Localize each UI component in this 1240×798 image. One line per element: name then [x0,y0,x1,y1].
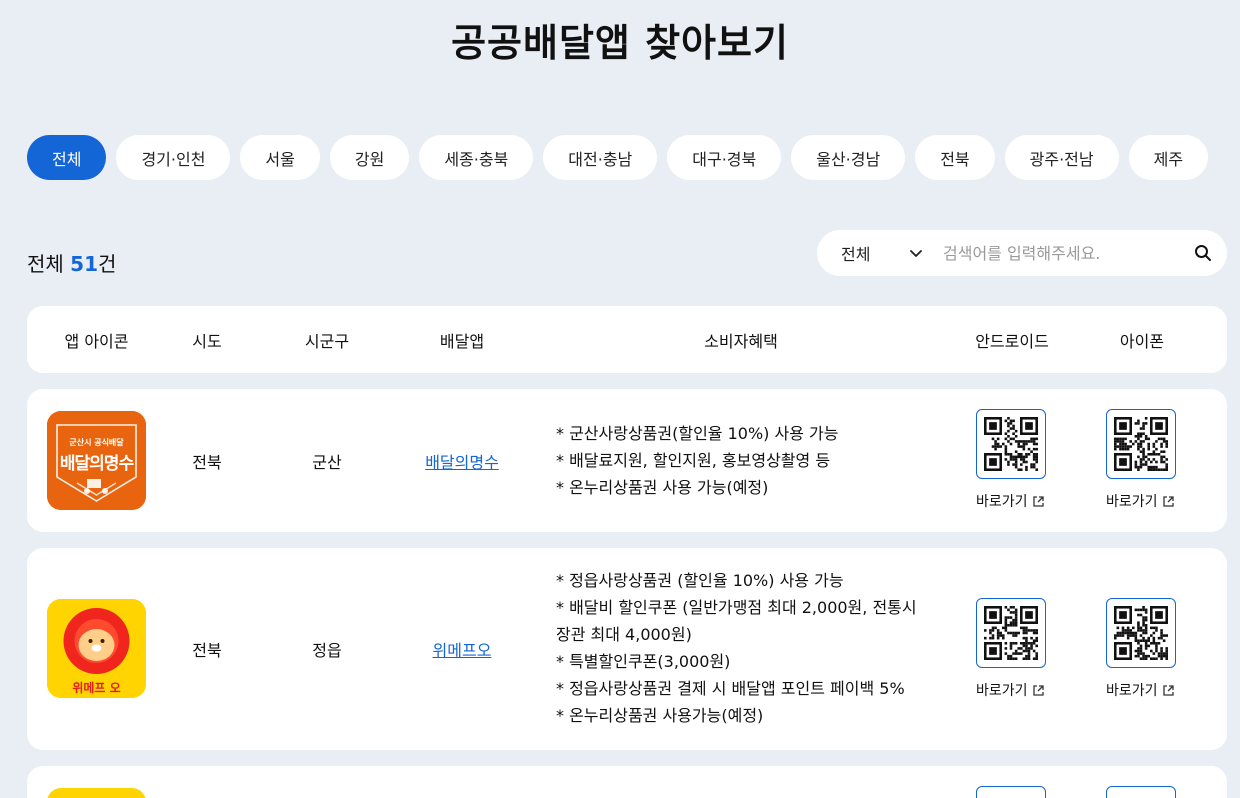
android-qr-code[interactable] [976,409,1046,479]
result-count-number: 51 [70,252,99,276]
sigungu-cell: 군산 [312,452,342,472]
region-tab[interactable]: 서울 [240,135,320,180]
android-download: 바로가기 [976,409,1048,511]
column-header-android: 안드로이드 [975,331,1049,351]
app-name-link[interactable]: 위메프오 [433,637,492,661]
region-tab[interactable]: 대전·충남 [543,135,658,180]
ios-shortcut-label: 바로가기 [1106,683,1158,699]
benefits-cell: * 군산사랑상품권(할인율 10%) 사용 가능 * 배달료지원, 할인지원, … [556,420,936,501]
benefit-line: * 온누리상품권 사용가능(예정) [556,706,764,725]
benefit-line: * 배달비 할인쿠폰 (일반가맹점 최대 2,000원, 전통시 [556,598,917,617]
result-count: 전체 51건 [27,248,116,277]
android-shortcut-link[interactable]: 바로가기 [976,680,1048,700]
region-tabs: 전체 경기·인천 서울 강원 세종·충북 대전·충남 대구·경북 울산·경남 전북 광주·전남 제주 [27,135,1209,180]
external-link-icon [1032,495,1044,507]
android-shortcut-label: 바로가기 [976,683,1028,699]
app-icon [47,788,146,798]
android-qr-code[interactable] [976,786,1046,798]
ios-shortcut-link[interactable]: 바로가기 [1106,680,1178,700]
column-header-benefits: 소비자혜택 [704,331,778,351]
sido-cell: 전북 [192,641,222,660]
region-tab[interactable]: 광주·전남 [1004,135,1119,180]
app-icon-main-text: 배달의명수 [59,454,134,474]
ios-qr-code[interactable] [1106,409,1176,479]
sigungu-cell: 정읍 [312,641,342,660]
app-icon-label: 위메프 오 [72,681,121,695]
region-tab[interactable]: 전북 [915,135,995,180]
table-row: 위메프 오 전북 정읍 위메프오 * 정읍사랑상품권 (할인율 10%) 사용 … [27,548,1227,750]
ios-shortcut-label: 바로가기 [1106,494,1158,510]
table-header: 앱 아이콘 시도 시군구 배달앱 소비자혜택 안드로이드 아이폰 [27,306,1227,373]
region-tab[interactable]: 세종·충북 [419,135,534,180]
benefit-line: 장관 최대 4,000원) [556,625,692,644]
column-header-app-icon: 앱 아이콘 [64,331,129,351]
benefit-line: * 특별할인쿠폰(3,000원) [556,652,731,671]
android-shortcut-link[interactable]: 바로가기 [976,491,1048,511]
qr-code-icon [984,606,1038,660]
chevron-down-icon [910,250,922,257]
sido-cell: 전북 [192,452,222,472]
android-qr-code[interactable] [976,598,1046,668]
app-icon-top-text: 군산시 공식배달 [69,438,124,447]
benefit-line: * 온누리상품권 사용 가능(예정) [556,478,769,497]
qr-code-icon [1114,417,1168,471]
region-tab[interactable]: 제주 [1128,135,1209,180]
region-tab[interactable]: 전체 [27,135,107,180]
search-icon [1195,245,1211,261]
qr-code-icon [984,417,1038,471]
region-tab[interactable]: 울산·경남 [791,135,906,180]
benefits-cell: * 정읍사랑상품권 (할인율 10%) 사용 가능 * 배달비 할인쿠폰 (일반… [556,567,936,729]
region-tab[interactable]: 강원 [329,135,410,180]
result-count-suffix: 건 [98,252,117,276]
table-row [27,766,1227,798]
search-button[interactable] [1179,230,1227,276]
region-tab[interactable]: 대구·경북 [667,135,782,180]
search-category-select[interactable]: 전체 [817,241,935,265]
ios-download: 바로가기 [1106,409,1178,511]
search-input[interactable] [935,243,1179,263]
column-header-sigungu: 시군구 [304,331,350,351]
android-shortcut-label: 바로가기 [976,494,1028,510]
android-download: 바로가기 [976,598,1048,700]
app-icon-baedal-myeongsu: 군산시 공식배달 배달의명수 [47,411,146,510]
app-icon-wemakeprice-o: 위메프 오 [47,599,146,698]
benefit-line: * 정읍사랑상품권 (할인율 10%) 사용 가능 [556,571,844,590]
column-header-app: 배달앱 [439,331,485,351]
external-link-icon [1162,495,1174,507]
search-box: 전체 [817,230,1227,276]
benefit-line: * 배달료지원, 할인지원, 홍보영상촬영 등 [556,451,831,470]
table-row: 군산시 공식배달 배달의명수 전북 군산 배달의명수 * 군산사랑상품권(할인율… [27,389,1227,532]
qr-code-icon [1114,606,1168,660]
benefit-line: * 정읍사랑상품권 결제 시 배달앱 포인트 페이백 5% [556,679,905,698]
result-count-prefix: 전체 [27,252,71,276]
ios-download: 바로가기 [1106,598,1178,700]
external-link-icon [1032,684,1044,696]
benefit-line: * 군산사랑상품권(할인율 10%) 사용 가능 [556,424,839,443]
column-header-sido: 시도 [192,331,222,351]
app-name-link[interactable]: 배달의명수 [425,449,499,473]
search-category-value: 전체 [841,245,871,264]
external-link-icon [1162,684,1174,696]
ios-qr-code[interactable] [1106,786,1176,798]
page-title: 공공배달앱 찾아보기 [451,21,789,65]
column-header-iphone: 아이폰 [1119,331,1165,351]
ios-shortcut-link[interactable]: 바로가기 [1106,491,1178,511]
ios-qr-code[interactable] [1106,598,1176,668]
region-tab[interactable]: 경기·인천 [116,135,231,180]
